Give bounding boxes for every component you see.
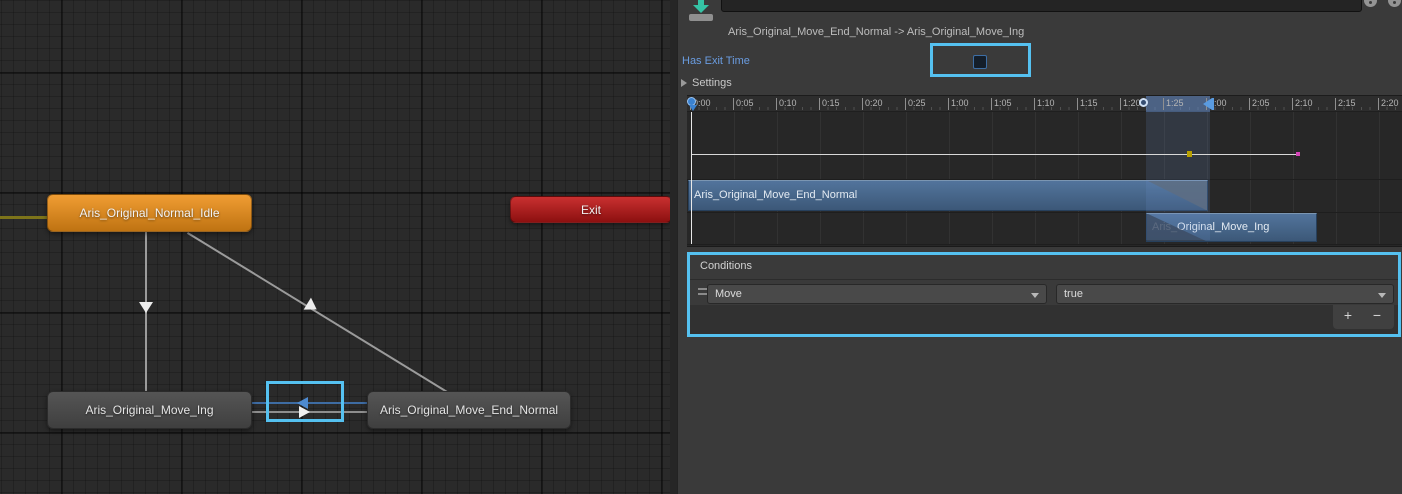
help-icon[interactable] — [1364, 0, 1377, 7]
conditions-panel: Conditions Move true + − — [687, 252, 1401, 337]
panel-divider — [670, 0, 677, 494]
timeline-grid-line — [992, 112, 993, 244]
conditions-header: Conditions — [700, 260, 752, 272]
clip-bar-move-end-normal[interactable]: Aris_Original_Move_End_Normal — [688, 180, 1208, 211]
animator-window: Aris_Original_Normal_Idle Exit Aris_Orig… — [0, 0, 1402, 494]
timeline-grid-line — [1336, 112, 1337, 244]
timeline-grid-line — [1121, 112, 1122, 244]
blend-marker-yellow[interactable] — [1187, 151, 1192, 157]
timeline-grid-line — [777, 112, 778, 244]
settings-foldout[interactable]: Settings — [681, 77, 732, 89]
timeline-ruler[interactable]: 0:000:050:100:150:200:251:001:051:101:15… — [687, 96, 1402, 112]
timeline-grid-line — [820, 112, 821, 244]
has-exit-time-checkbox[interactable] — [973, 55, 987, 69]
transition-start-marker[interactable] — [1139, 98, 1148, 107]
playhead-line[interactable] — [691, 112, 692, 244]
transition-name-field[interactable] — [721, 0, 1362, 12]
chevron-down-icon — [1378, 293, 1386, 298]
state-node-label: Aris_Original_Move_Ing — [85, 403, 213, 417]
gear-icon[interactable] — [1388, 0, 1401, 7]
conditions-list-footer-area — [690, 305, 1398, 334]
foldout-arrow-icon — [681, 79, 687, 87]
clip-bar-label: Aris_Original_Move_End_Normal — [694, 189, 857, 201]
add-condition-button[interactable]: + — [1335, 307, 1361, 325]
condition-parameter-dropdown[interactable]: Move — [707, 284, 1047, 304]
divider — [690, 279, 1398, 280]
condition-value: true — [1064, 288, 1083, 300]
state-node-move-end-normal[interactable]: Aris_Original_Move_End_Normal — [367, 391, 571, 429]
clip-preview-line — [691, 154, 1300, 155]
timeline-grid-line — [906, 112, 907, 244]
timeline-grid-line — [1379, 112, 1380, 244]
settings-label: Settings — [692, 77, 732, 89]
conditions-footer: + − — [1333, 305, 1394, 329]
transition-timeline[interactable]: 0:000:050:100:150:200:251:001:051:101:15… — [687, 95, 1402, 247]
state-node-idle[interactable]: Aris_Original_Normal_Idle — [47, 194, 252, 232]
timeline-grid-line — [1035, 112, 1036, 244]
entry-transition-line[interactable] — [0, 216, 47, 219]
transition-title: Aris_Original_Move_End_Normal -> Aris_Or… — [728, 26, 1024, 38]
condition-parameter-value: Move — [715, 288, 742, 300]
state-node-label: Aris_Original_Move_End_Normal — [380, 403, 558, 417]
transition-inspector: Aris_Original_Move_End_Normal -> Aris_Or… — [677, 0, 1402, 494]
condition-value-dropdown[interactable]: true — [1056, 284, 1394, 304]
state-node-exit[interactable]: Exit — [510, 196, 672, 223]
chevron-down-icon — [1031, 293, 1039, 298]
has-exit-time-label: Has Exit Time — [682, 55, 750, 67]
state-node-label: Exit — [581, 203, 601, 217]
animator-transition-icon — [689, 0, 713, 22]
timeline-grid-line — [1078, 112, 1079, 244]
remove-condition-button[interactable]: − — [1364, 307, 1390, 325]
timeline-grid-line — [949, 112, 950, 244]
clip-end-marker-magenta[interactable] — [1296, 152, 1300, 156]
transition-selection-highlight — [266, 381, 344, 422]
timeline-grid-line — [734, 112, 735, 244]
transition-arrow-icon — [139, 302, 153, 313]
timeline-body[interactable]: Aris_Original_Move_End_Normal Aris_Origi… — [687, 112, 1402, 247]
state-node-label: Aris_Original_Normal_Idle — [79, 206, 219, 220]
transition-duration-band-body — [1146, 112, 1210, 240]
transition-idle-to-moveend[interactable] — [187, 232, 448, 393]
timeline-grid-line — [863, 112, 864, 244]
state-machine-canvas[interactable]: Aris_Original_Normal_Idle Exit Aris_Orig… — [0, 0, 670, 494]
state-node-move-ing[interactable]: Aris_Original_Move_Ing — [47, 391, 252, 429]
